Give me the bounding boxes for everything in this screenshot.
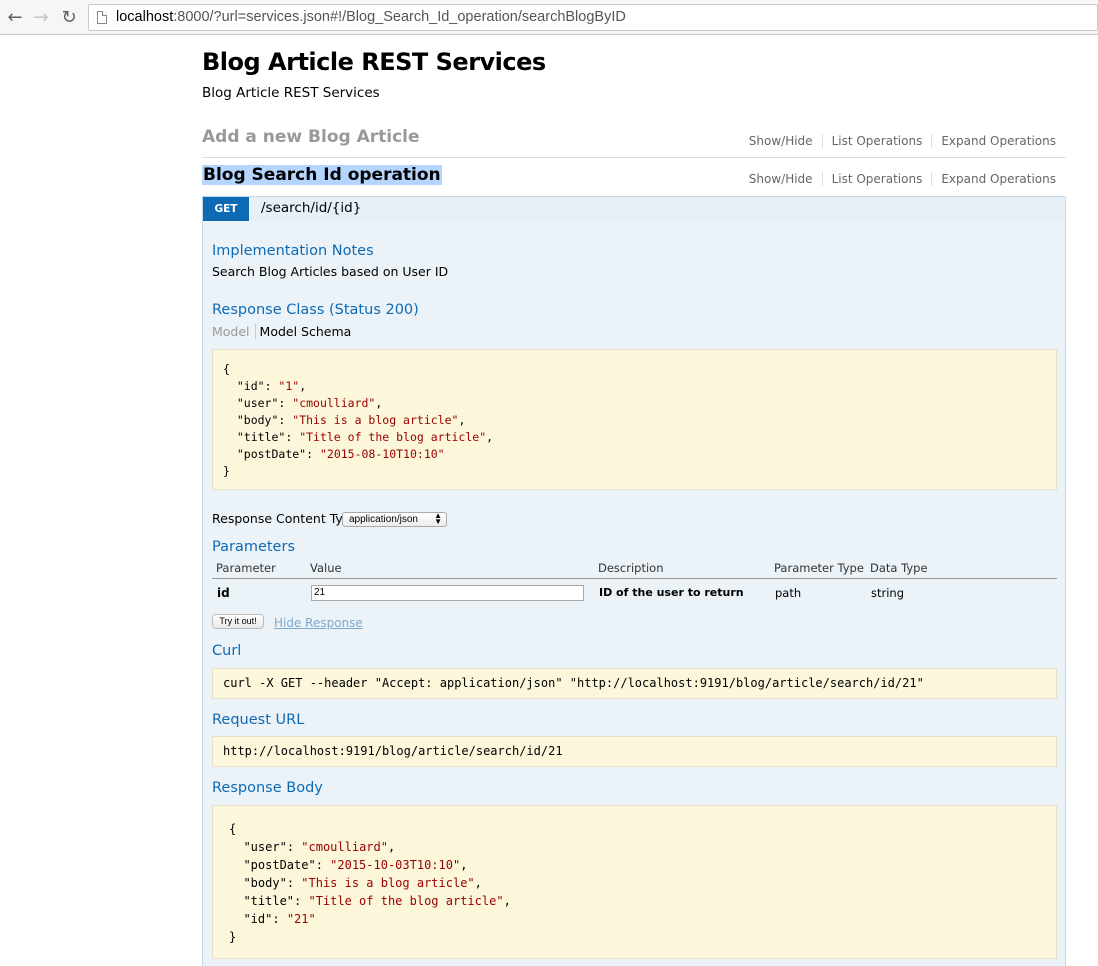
body-close-brace: } <box>229 930 237 944</box>
response-content-type-select[interactable]: application/json ▲ ▼ <box>342 512 447 527</box>
operation-path[interactable]: /search/id/{id} <box>261 200 361 216</box>
body-line: "id": "21" <box>243 912 316 926</box>
col-description: Description <box>598 561 664 575</box>
schema-line: "title": "Title of the blog article", <box>236 430 494 444</box>
curl-heading: Curl <box>212 643 242 659</box>
back-arrow-icon[interactable]: ← <box>4 6 26 28</box>
param-value-input[interactable]: 21 <box>311 585 584 601</box>
expand-operations-link[interactable]: Expand Operations <box>932 172 1056 186</box>
resource-blog-search-id: Blog Search Id operation Show/Hide List … <box>202 158 1066 196</box>
table-row: id 21 ID of the user to return path stri… <box>212 579 1057 607</box>
body-line: "title": "Title of the blog article", <box>243 894 511 908</box>
response-body-code: { "user": "cmoulliard", "postDate": "201… <box>212 805 1057 959</box>
body-open-brace: { <box>229 822 237 836</box>
param-data-type: string <box>871 586 905 600</box>
forward-arrow-icon[interactable]: → <box>30 6 52 28</box>
page-icon <box>97 11 107 24</box>
schema-line: "body": "This is a blog article", <box>236 413 466 427</box>
url-text[interactable]: localhost:8000/?url=services.json#!/Blog… <box>116 9 626 25</box>
operation-header[interactable]: GET /search/id/{id} <box>203 197 1065 221</box>
resource-ops: Show/Hide List Operations Expand Operati… <box>740 134 1056 148</box>
schema-close-brace: } <box>223 464 230 478</box>
select-arrows-icon: ▲ ▼ <box>434 511 442 526</box>
param-type: path <box>775 586 802 600</box>
resource-name[interactable]: Add a new Blog Article <box>202 127 420 147</box>
show-hide-link[interactable]: Show/Hide <box>740 134 823 148</box>
curl-code: curl -X GET --header "Accept: applicatio… <box>212 668 1057 699</box>
request-url-heading: Request URL <box>212 712 305 728</box>
param-description: ID of the user to return <box>599 586 744 599</box>
list-operations-link[interactable]: List Operations <box>823 172 933 186</box>
try-it-out-button[interactable]: Try it out! <box>212 614 264 629</box>
address-bar[interactable]: localhost:8000/?url=services.json#!/Blog… <box>88 4 1098 31</box>
browser-toolbar: ← → ↻ localhost:8000/?url=services.json#… <box>0 0 1098 35</box>
response-class-heading: Response Class (Status 200) <box>212 302 419 318</box>
expand-operations-link[interactable]: Expand Operations <box>932 134 1056 148</box>
select-value: application/json <box>349 514 418 525</box>
response-content-type-label: Response Content Type <box>212 511 359 526</box>
col-value: Value <box>310 561 342 575</box>
request-url-code: http://localhost:9191/blog/article/searc… <box>212 736 1057 767</box>
request-url-value: http://localhost:9191/blog/article/searc… <box>223 744 563 758</box>
schema-line: "postDate": "2015-08-10T10:10" <box>236 447 445 461</box>
body-line: "user": "cmoulliard", <box>243 840 396 854</box>
list-operations-link[interactable]: List Operations <box>823 134 933 148</box>
schema-open-brace: { <box>223 362 230 376</box>
reload-icon[interactable]: ↻ <box>58 6 80 28</box>
body-line: "body": "This is a blog article", <box>243 876 482 890</box>
model-schema-code: { "id": "1", "user": "cmoulliard", "body… <box>212 349 1057 490</box>
show-hide-link[interactable]: Show/Hide <box>740 172 823 186</box>
response-body-heading: Response Body <box>212 780 323 796</box>
operation-panel: GET /search/id/{id} Implementation Notes… <box>202 196 1066 966</box>
model-tabs: Model Model Schema <box>212 324 351 339</box>
col-parameter: Parameter <box>216 561 276 575</box>
resource-ops: Show/Hide List Operations Expand Operati… <box>740 172 1056 186</box>
hide-response-link[interactable]: Hide Response <box>274 616 363 630</box>
col-data-type: Data Type <box>870 561 928 575</box>
param-name: id <box>217 586 230 600</box>
col-parameter-type: Parameter Type <box>774 561 864 575</box>
page-title: Blog Article REST Services <box>202 48 546 76</box>
schema-line: "id": "1", <box>236 379 307 393</box>
url-rest: :8000/?url=services.json#!/Blog_Search_I… <box>173 9 626 25</box>
body-line: "postDate": "2015-10-03T10:10", <box>243 858 468 872</box>
http-method-badge[interactable]: GET <box>203 197 249 221</box>
resource-name[interactable]: Blog Search Id operation <box>202 165 442 185</box>
implementation-notes-heading: Implementation Notes <box>212 243 374 259</box>
url-host: localhost <box>116 9 174 25</box>
parameters-header-row: Parameter Value Description Parameter Ty… <box>212 559 1057 579</box>
implementation-notes-text: Search Blog Articles based on User ID <box>212 264 449 279</box>
parameters-heading: Parameters <box>212 539 295 555</box>
schema-line: "user": "cmoulliard", <box>236 396 383 410</box>
page-subtitle: Blog Article REST Services <box>202 85 380 101</box>
resource-add-blog-article: Add a new Blog Article Show/Hide List Op… <box>202 120 1066 158</box>
tab-model[interactable]: Model <box>212 324 256 339</box>
tab-model-schema[interactable]: Model Schema <box>256 324 352 339</box>
curl-command: curl -X GET --header "Accept: applicatio… <box>223 676 924 690</box>
